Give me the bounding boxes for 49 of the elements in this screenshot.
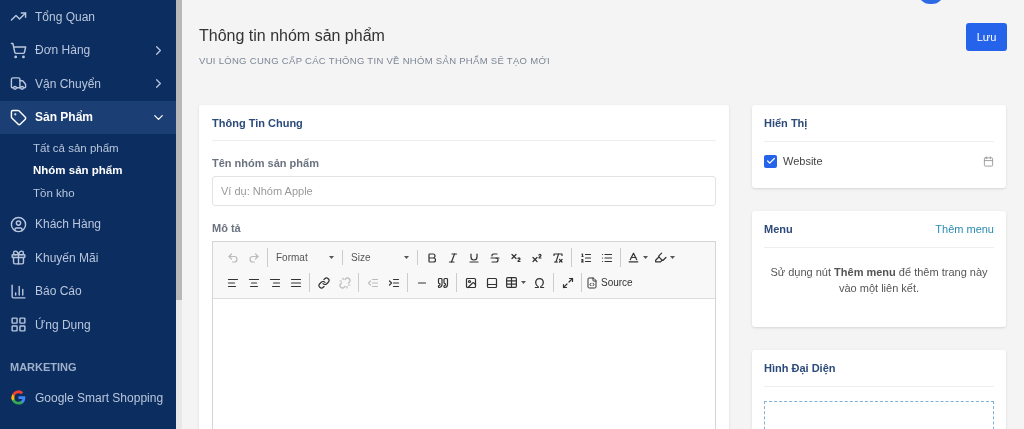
sidebar-item[interactable]: Báo Cáo [0,274,176,308]
sidebar-item[interactable]: Khuyến Mãi [0,241,176,275]
sidebar-item[interactable]: Đơn Hàng [0,33,176,67]
field-label: Tên nhóm sản phẩm [212,156,320,172]
google-icon [10,389,27,406]
caret-icon [643,256,648,260]
cart-icon [10,41,27,59]
document-icon [586,276,598,289]
sidebar-item[interactable]: Vận Chuyển [0,67,176,101]
truck-icon [10,75,27,93]
sidebar-subitem[interactable]: Tồn kho [0,182,176,205]
sidebar-item[interactable]: Google Smart Shopping [0,380,176,415]
sidebar-item[interactable]: Tổng Quan [0,0,176,34]
field-label: Mô tả [212,220,242,236]
gift-icon [10,249,27,267]
special-char-button[interactable]: Ω [530,273,549,293]
table-icon [505,276,518,290]
dropdown[interactable]: Format [272,250,338,266]
dropdown[interactable]: Size [347,250,413,266]
input-field[interactable]: Ví dụ: Nhóm Apple [212,175,716,206]
checkbox[interactable] [764,154,777,168]
sidebar-subitem[interactable]: Tất cả sản phẩm [0,137,176,160]
sidebar-item[interactable]: Sản Phẩm [0,100,176,134]
grid-icon [10,316,27,334]
caret-icon [521,281,526,285]
card-title: Menu [764,222,793,237]
card-title: Hình Đại Diện [764,350,994,388]
save-button[interactable]: Lưu [966,23,1007,51]
source-button[interactable]: Source [586,275,633,291]
text-color-icon [627,251,640,265]
section-heading: MARKETING [9,360,78,376]
caret-icon [404,256,409,260]
hint-text: Sử dụng nút Thêm menu để thêm trang này vào một liên kết. [769,265,989,297]
sidebar-item[interactable]: Ứng Dụng [0,308,176,342]
sidebar-subitem[interactable]: Nhóm sản phẩm [0,159,176,182]
user-icon [10,215,27,233]
rich-text-editor[interactable]: Format Size Ω Source [212,241,716,429]
tag-icon [10,108,27,126]
caret-icon [329,256,334,260]
chart-icon [10,282,27,300]
add-menu-link[interactable]: Thêm menu [935,221,994,238]
card-title: Thông Tin Chung [212,105,716,142]
page-title: Thông tin nhóm sản phẩm [199,26,386,46]
highlight-icon [654,251,667,265]
card-title: Hiển Thị [764,105,994,143]
caret-icon [670,256,675,260]
checkbox-label: Website [783,154,824,169]
sidebar-item[interactable]: Khách Hàng [0,207,176,241]
page-subtitle: VUI LÒNG CUNG CẤP CÁC THÔNG TIN VỀ NHÓM SẢN PHẨM SẼ TẠO MỚI [199,54,550,68]
